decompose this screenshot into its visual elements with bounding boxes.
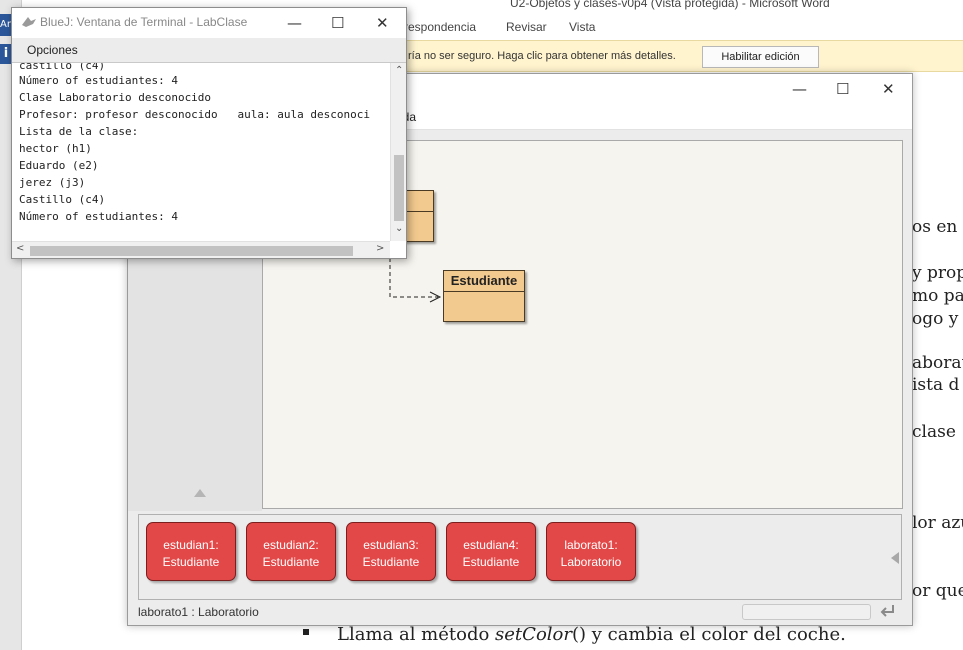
scroll-right-icon[interactable]: > bbox=[376, 243, 384, 254]
object-bench: estudian1: Estudiante estudian2: Estudia… bbox=[138, 514, 902, 600]
object-estudian1[interactable]: estudian1: Estudiante bbox=[146, 522, 236, 581]
object-type: Estudiante bbox=[162, 555, 220, 569]
class-estudiante[interactable]: Estudiante bbox=[443, 270, 525, 322]
terminal-minimize-button[interactable]: — bbox=[287, 14, 302, 32]
terminal-line: Castillo (c4) bbox=[19, 193, 106, 206]
terminal-maximize-button[interactable]: ☐ bbox=[331, 14, 344, 32]
terminal-titlebar: BlueJ: Ventana de Terminal - LabClase — … bbox=[12, 8, 406, 38]
object-type: Estudiante bbox=[262, 555, 320, 569]
terminal-line: Eduardo (e2) bbox=[19, 159, 99, 172]
terminal-line: Lista de la clase: bbox=[19, 125, 139, 138]
terminal-line: Número of estudiantes: 4 bbox=[19, 210, 178, 223]
terminal-line: Número of estudiantes: 4 bbox=[19, 74, 178, 87]
terminal-vertical-scrollbar[interactable]: ⌃ ⌄ bbox=[390, 63, 406, 241]
scroll-up-icon[interactable]: ⌃ bbox=[395, 65, 403, 76]
object-laborato1[interactable]: laborato1: Laboratorio bbox=[546, 522, 636, 581]
object-type: Estudiante bbox=[462, 555, 520, 569]
word-window-title: U2-Objetos y clases-v0p4 (Vista protegid… bbox=[510, 0, 830, 10]
vertical-scroll-thumb[interactable] bbox=[394, 155, 404, 221]
doc-text-fragment: os en e bbox=[912, 217, 963, 237]
doc-text-fragment: or que bbox=[912, 581, 963, 601]
scroll-down-icon[interactable]: ⌄ bbox=[395, 223, 403, 234]
close-button[interactable]: ✕ bbox=[882, 80, 895, 98]
bench-scroll-left-icon[interactable] bbox=[891, 552, 899, 564]
object-name: estudian3: bbox=[363, 538, 419, 552]
info-icon-glyph: i bbox=[3, 46, 9, 61]
object-type: Laboratorio bbox=[560, 555, 622, 569]
tab-correspondencia[interactable]: respondencia bbox=[404, 20, 476, 34]
terminal-horizontal-scrollbar[interactable]: < > bbox=[12, 241, 390, 258]
doc-instruction-line: Llama al método setColor() y cambia el c… bbox=[337, 624, 846, 645]
terminal-close-button[interactable]: ✕ bbox=[376, 14, 389, 32]
bullet-marker bbox=[303, 629, 309, 635]
instruction-method: setColor bbox=[495, 624, 572, 645]
terminal-window: BlueJ: Ventana de Terminal - LabClase — … bbox=[11, 7, 407, 259]
doc-text-fragment: ista d bbox=[912, 375, 960, 395]
horizontal-scroll-thumb[interactable] bbox=[30, 246, 353, 256]
scroll-left-icon[interactable]: < bbox=[16, 243, 24, 254]
menu-opciones[interactable]: Opciones bbox=[27, 43, 78, 57]
class-name-label: Estudiante bbox=[444, 271, 524, 292]
terminal-line: Clase Laboratorio desconocido bbox=[19, 91, 212, 104]
machine-status-indicator bbox=[742, 604, 871, 620]
panel-scroll-up-icon[interactable] bbox=[194, 489, 206, 497]
instruction-end: () y cambia el color del coche. bbox=[571, 624, 846, 645]
object-estudian4[interactable]: estudian4: Estudiante bbox=[446, 522, 536, 581]
minimize-button[interactable]: — bbox=[792, 80, 807, 98]
object-estudian3[interactable]: estudian3: Estudiante bbox=[346, 522, 436, 581]
object-name: estudian1: bbox=[163, 538, 219, 552]
terminal-output[interactable]: castillo (c4) Número of estudiantes: 4 C… bbox=[12, 63, 390, 241]
terminal-line: jerez (j3) bbox=[19, 176, 86, 189]
object-name: estudian2: bbox=[263, 538, 319, 552]
terminal-title: BlueJ: Ventana de Terminal - LabClase bbox=[40, 15, 248, 29]
enable-editing-button[interactable]: Habilitar edición bbox=[702, 46, 819, 68]
status-bar-text: laborato1 : Laboratorio bbox=[138, 605, 259, 619]
object-name: laborato1: bbox=[564, 538, 618, 552]
doc-text-fragment: aborat bbox=[912, 353, 963, 373]
reset-machine-icon[interactable] bbox=[878, 602, 898, 620]
terminal-line: hector (h1) bbox=[19, 142, 92, 155]
protected-view-bar: ría no ser seguro. Haga clic para obtene… bbox=[400, 40, 963, 72]
terminal-menubar: Opciones bbox=[12, 38, 406, 63]
protected-view-message: ría no ser seguro. Haga clic para obtene… bbox=[408, 50, 676, 62]
doc-text-fragment: lor azu bbox=[912, 513, 963, 533]
tab-vista[interactable]: Vista bbox=[569, 20, 595, 34]
maximize-button[interactable]: ☐ bbox=[836, 80, 849, 98]
doc-text-fragment: y prop bbox=[912, 263, 963, 283]
tab-revisar[interactable]: Revisar bbox=[506, 20, 547, 34]
object-estudian2[interactable]: estudian2: Estudiante bbox=[246, 522, 336, 581]
object-type: Estudiante bbox=[362, 555, 420, 569]
doc-text-fragment: clase bbox=[912, 422, 956, 442]
instruction-start: Llama al método bbox=[337, 624, 496, 645]
word-ribbon-tabs: respondencia Revisar Vista bbox=[400, 12, 963, 40]
terminal-line: castillo (c4) bbox=[19, 63, 106, 72]
object-name: estudian4: bbox=[463, 538, 519, 552]
word-titlebar: U2-Objetos y clases-v0p4 (Vista protegid… bbox=[400, 0, 963, 12]
bluej-bird-icon bbox=[22, 17, 36, 27]
doc-text-fragment: mo pa bbox=[912, 286, 963, 306]
doc-text-fragment: ogo y bbox=[912, 309, 959, 329]
terminal-line: Profesor: profesor desconocido aula: aul… bbox=[19, 108, 370, 121]
